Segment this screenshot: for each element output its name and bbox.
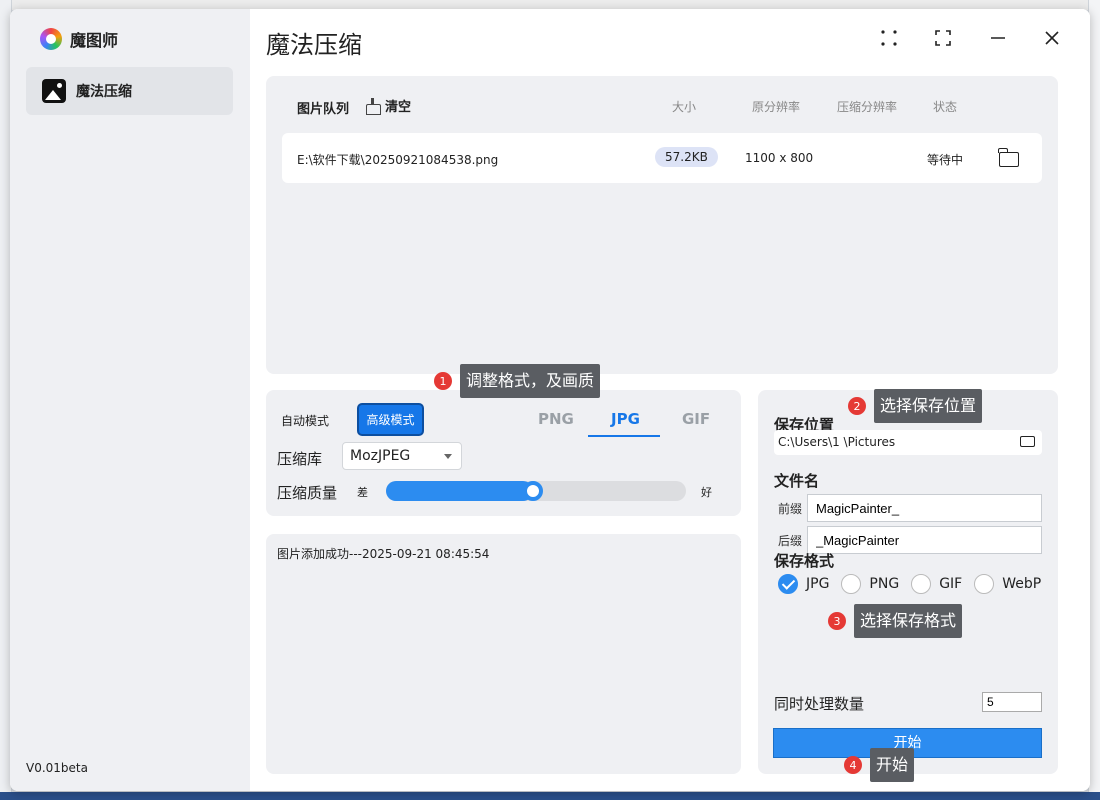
open-folder-icon[interactable]: [998, 148, 1019, 167]
sidebar-item-magic-compress[interactable]: 魔法压缩: [26, 67, 233, 115]
save-format-label: 保存格式: [774, 552, 835, 570]
format-radio-label: PNG: [869, 576, 900, 592]
app-version: V0.01beta: [26, 761, 88, 775]
radio-icon: [841, 574, 862, 594]
save-location-field[interactable]: C:\Users\1 \Pictures: [774, 430, 1042, 455]
format-radio-png[interactable]: PNG: [841, 574, 899, 594]
quality-label: 压缩质量: [277, 484, 338, 502]
prefix-label: 前缀: [777, 502, 802, 516]
save-format-radio-group: JPG PNG GIF WebP: [778, 574, 1043, 594]
app-name: 魔图师: [70, 31, 119, 50]
image-icon: [42, 79, 66, 103]
app-logo-icon: [40, 28, 62, 50]
callout-3: 3 选择保存格式: [828, 604, 963, 638]
tab-png[interactable]: PNG: [538, 410, 574, 428]
app-window: 魔图师 魔法压缩 V0.01beta 魔法压缩 图片队列 清空 大小 原分辨率 …: [10, 9, 1090, 791]
library-label: 压缩库: [277, 450, 323, 468]
column-header-status: 状态: [933, 100, 958, 114]
status-text: 等待中: [927, 153, 964, 167]
queue-row[interactable]: E:\软件下载\20250921084538.png 57.2KB 1100 x…: [282, 133, 1042, 183]
callout-number: 2: [848, 397, 866, 415]
more-options-icon[interactable]: [876, 25, 902, 51]
callout-1: 1 调整格式，及画质: [434, 364, 601, 398]
brand: 魔图师: [40, 27, 118, 51]
filename-label: 文件名: [774, 472, 820, 490]
advanced-mode-button[interactable]: 高级模式: [357, 403, 424, 436]
file-size-badge: 57.2KB: [655, 147, 718, 167]
radio-icon: [974, 574, 995, 594]
library-select[interactable]: MozJPEG: [342, 442, 462, 470]
log-line: 图片添加成功---2025-09-21 08:45:54: [277, 547, 490, 561]
column-header-compressed-res: 压缩分辨率: [837, 100, 898, 114]
clear-queue-label: 清空: [385, 100, 412, 115]
callout-text: 选择保存格式: [854, 604, 963, 638]
callout-number: 1: [434, 372, 452, 390]
suffix-label: 后缀: [777, 534, 802, 548]
file-path: E:\软件下载\20250921084538.png: [297, 153, 499, 167]
prefix-input[interactable]: [807, 494, 1042, 522]
image-queue-panel: 图片队列 清空 大小 原分辨率 压缩分辨率 状态 E:\软件下载\2025092…: [266, 76, 1058, 374]
radio-checked-icon: [778, 574, 798, 594]
queue-header: 图片队列 清空 大小 原分辨率 压缩分辨率 状态: [266, 76, 1058, 131]
format-radio-gif[interactable]: GIF: [911, 574, 962, 594]
callout-text: 调整格式，及画质: [460, 364, 601, 398]
quality-slider[interactable]: [386, 481, 686, 501]
callout-number: 3: [828, 612, 846, 630]
close-icon[interactable]: [1039, 25, 1065, 51]
quality-slider-thumb[interactable]: [523, 481, 543, 501]
callout-text: 开始: [870, 748, 915, 782]
callout-2: 2 选择保存位置: [848, 389, 983, 423]
concurrency-label: 同时处理数量: [774, 695, 865, 713]
callout-text: 选择保存位置: [874, 389, 983, 423]
format-radio-label: JPG: [806, 576, 830, 592]
suffix-input[interactable]: [807, 526, 1042, 554]
save-settings-panel: 保存位置 C:\Users\1 \Pictures 文件名 前缀 后缀 保存格式…: [758, 390, 1058, 774]
sidebar: 魔图师 魔法压缩 V0.01beta: [10, 9, 250, 791]
quality-high-label: 好: [701, 486, 712, 499]
callout-number: 4: [844, 756, 862, 774]
quality-low-label: 差: [357, 486, 368, 499]
tab-gif[interactable]: GIF: [682, 410, 710, 428]
format-radio-webp[interactable]: WebP: [974, 574, 1041, 594]
log-panel: 图片添加成功---2025-09-21 08:45:54: [266, 534, 741, 774]
format-radio-jpg[interactable]: JPG: [778, 574, 829, 594]
format-radio-label: GIF: [939, 576, 963, 592]
clear-queue-button[interactable]: 清空: [366, 96, 411, 115]
taskbar-strip: [0, 792, 1100, 800]
tab-jpg[interactable]: JPG: [611, 410, 640, 428]
auto-mode-button[interactable]: 自动模式: [281, 412, 329, 429]
concurrency-input[interactable]: [982, 692, 1042, 712]
broom-icon: [366, 98, 381, 115]
compression-options-panel: 自动模式 高级模式 PNG JPG GIF 压缩库 MozJPEG 压缩质量 差…: [266, 390, 741, 516]
maximize-icon[interactable]: [930, 25, 956, 51]
browse-folder-icon[interactable]: [1020, 436, 1035, 447]
quality-slider-fill: [386, 481, 533, 501]
minimize-icon[interactable]: [985, 25, 1011, 51]
column-header-original-res: 原分辨率: [752, 100, 801, 114]
library-select-value: MozJPEG: [350, 448, 411, 464]
save-location-value: C:\Users\1 \Pictures: [778, 435, 896, 449]
format-radio-label: WebP: [1002, 576, 1042, 592]
radio-icon: [911, 574, 932, 594]
queue-title: 图片队列: [297, 102, 350, 117]
original-resolution: 1100 x 800: [745, 151, 814, 165]
active-tab-indicator: [588, 435, 660, 437]
page-title: 魔法压缩: [266, 31, 362, 59]
callout-4: 4 开始: [844, 748, 915, 782]
column-header-size: 大小: [672, 100, 697, 114]
sidebar-item-label: 魔法压缩: [76, 84, 132, 100]
